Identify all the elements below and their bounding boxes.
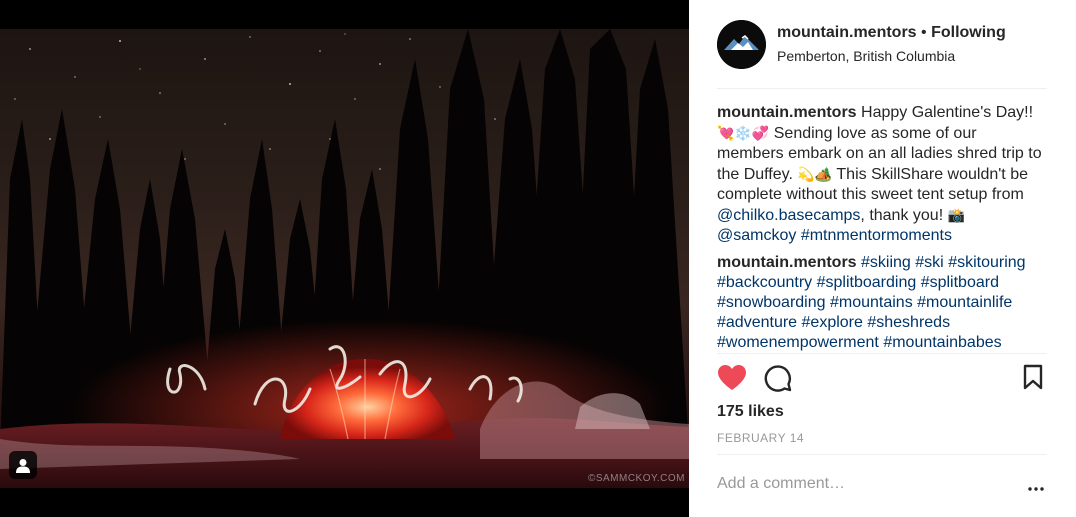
post-details-panel: mountain.mentors • Following Pemberton, …: [689, 0, 1076, 517]
caption-text: , thank you!: [860, 207, 944, 224]
comment-icon: [764, 365, 792, 392]
hashtag-link[interactable]: #adventure: [717, 314, 797, 331]
following-button[interactable]: Following: [931, 24, 1006, 41]
heart-icon: [718, 365, 746, 390]
post-location[interactable]: Pemberton, British Columbia: [777, 48, 1006, 64]
caption-emoji: 📸: [947, 207, 966, 223]
caption-text: Happy Galentine's Day!!: [861, 104, 1034, 121]
caption-emoji: 💘❄️💞: [717, 125, 770, 141]
comment-divider: [717, 454, 1047, 455]
hashtag-link[interactable]: #splitboarding: [817, 274, 917, 291]
user-tag-button[interactable]: [9, 451, 37, 479]
post-author-username[interactable]: mountain.mentors: [777, 24, 917, 41]
hashtag-link[interactable]: #sheshreds: [867, 314, 950, 331]
save-button[interactable]: [1023, 364, 1043, 395]
post-modal: ©SAMMCKOY.COM mountain.mentors • Followi…: [0, 0, 1076, 517]
hashtag-link[interactable]: #womenempowerment: [717, 334, 879, 351]
header-separator: •: [921, 24, 927, 41]
post-date[interactable]: FEBRUARY 14: [717, 431, 804, 445]
photo-watermark: ©SAMMCKOY.COM: [587, 473, 685, 484]
more-options-icon: [1028, 487, 1044, 491]
hashtag-link[interactable]: #splitboard: [921, 274, 999, 291]
comments-list: mountain.mentors Happy Galentine's Day!!…: [717, 103, 1047, 360]
hashtag-link[interactable]: #skitouring: [948, 254, 1025, 271]
more-options-button[interactable]: [1028, 478, 1044, 496]
hashtag-link[interactable]: #snowboarding: [717, 294, 826, 311]
user-tag-icon: [16, 458, 30, 473]
bookmark-icon: [1023, 364, 1043, 390]
mountain-logo-icon: [717, 19, 766, 69]
caption-comment: mountain.mentors Happy Galentine's Day!!…: [717, 103, 1047, 246]
hashtag-link[interactable]: #explore: [802, 314, 863, 331]
hashtag-link[interactable]: #mtnmentormoments: [801, 227, 952, 244]
post-media: ©SAMMCKOY.COM: [0, 0, 689, 517]
hashtag-link[interactable]: #skiing: [861, 254, 911, 271]
post-photo[interactable]: [0, 29, 689, 488]
hashtag-link[interactable]: #backcountry: [717, 274, 812, 291]
hashtag-link[interactable]: #mountains: [830, 294, 913, 311]
mention-link[interactable]: @chilko.basecamps: [717, 207, 860, 224]
comment-author-username[interactable]: mountain.mentors: [717, 254, 857, 271]
actions-divider: [717, 353, 1047, 354]
photo-scene: [0, 29, 689, 488]
caption-emoji: 💫🏕️: [797, 166, 833, 182]
hashtag-link[interactable]: #ski: [915, 254, 943, 271]
post-header: mountain.mentors • Following Pemberton, …: [689, 0, 1076, 88]
hashtag-link[interactable]: #mountainlife: [917, 294, 1012, 311]
avatar[interactable]: [717, 19, 766, 69]
mention-link[interactable]: @samckoy: [717, 227, 796, 244]
comment-button[interactable]: [764, 364, 792, 397]
hashtags-comment: mountain.mentors #skiing #ski #skitourin…: [717, 253, 1047, 353]
like-button[interactable]: [717, 364, 747, 396]
likes-count[interactable]: 175 likes: [717, 403, 784, 421]
post-actions: [717, 362, 1047, 394]
header-divider: [717, 88, 1047, 89]
comment-author-username[interactable]: mountain.mentors: [717, 104, 857, 121]
add-comment-input[interactable]: Add a comment…: [717, 475, 1017, 493]
hashtag-link[interactable]: #mountainbabes: [883, 334, 1001, 351]
